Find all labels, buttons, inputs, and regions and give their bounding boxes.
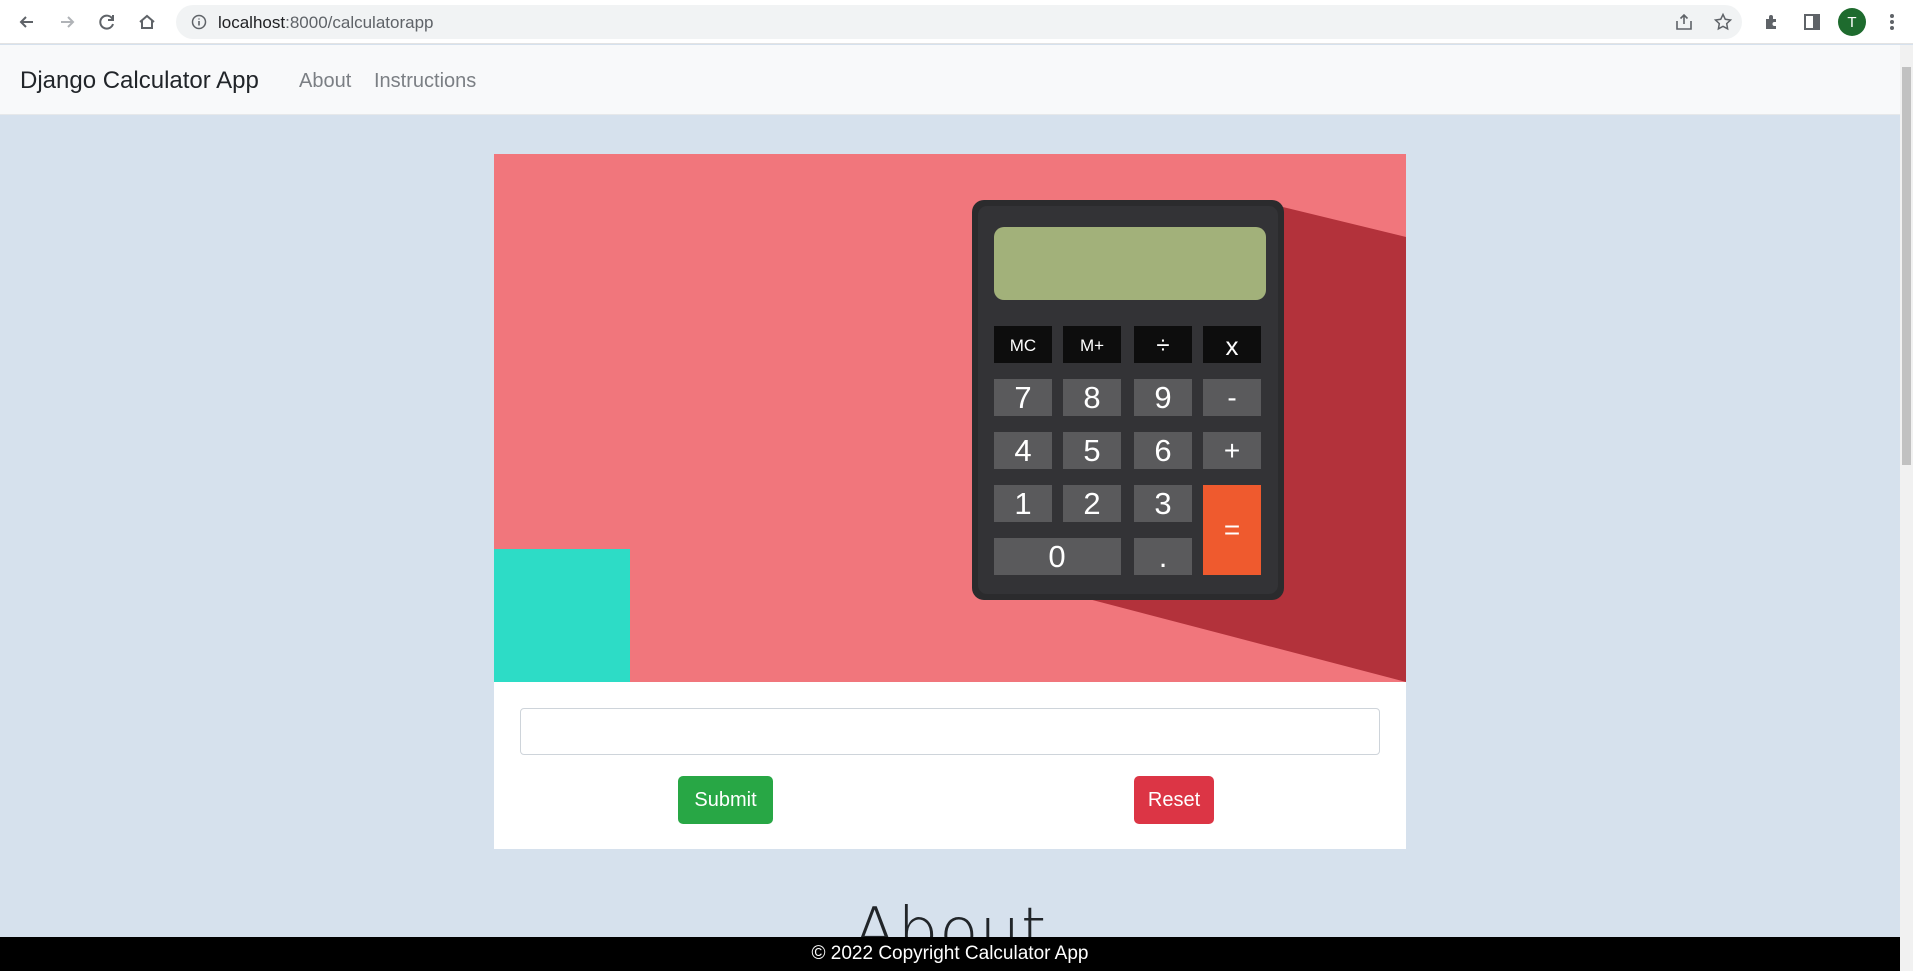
bookmark-star-icon[interactable] xyxy=(1712,11,1734,33)
key-3: 3 xyxy=(1154,486,1171,521)
browser-toolbar: localhost:8000/calculatorapp T xyxy=(0,0,1913,44)
navbar-brand[interactable]: Django Calculator App xyxy=(20,67,259,95)
key-multiply: x xyxy=(1226,331,1239,361)
key-equals: = xyxy=(1224,514,1240,545)
hero-illustration: MC M+ ÷ x 7 8 9 - 4 5 6 + 1 2 3 0 . = xyxy=(494,154,1406,682)
key-9: 9 xyxy=(1154,380,1171,415)
url-text: localhost:8000/calculatorapp xyxy=(218,13,434,33)
key-1: 1 xyxy=(1014,486,1031,521)
extensions-icon[interactable] xyxy=(1758,8,1786,36)
browser-menu-icon[interactable] xyxy=(1878,8,1906,36)
key-6: 6 xyxy=(1154,433,1171,468)
url-path: :8000/calculatorapp xyxy=(285,13,434,32)
share-icon[interactable] xyxy=(1673,11,1695,33)
expression-input[interactable] xyxy=(520,708,1380,755)
reload-icon[interactable] xyxy=(93,8,121,36)
key-divide: ÷ xyxy=(1156,332,1169,359)
profile-avatar[interactable]: T xyxy=(1838,8,1866,36)
site-navbar: Django Calculator App About Instructions xyxy=(0,45,1900,115)
forward-icon[interactable] xyxy=(53,8,81,36)
key-mplus: M+ xyxy=(1080,336,1104,355)
submit-button[interactable]: Submit xyxy=(678,776,773,824)
key-8: 8 xyxy=(1083,380,1100,415)
calculator-card: MC M+ ÷ x 7 8 9 - 4 5 6 + 1 2 3 0 . = Su… xyxy=(494,154,1406,849)
calculator-illustration: MC M+ ÷ x 7 8 9 - 4 5 6 + 1 2 3 0 . = xyxy=(494,154,1406,682)
back-icon[interactable] xyxy=(13,8,41,36)
key-0: 0 xyxy=(1048,539,1065,574)
nav-link-about[interactable]: About xyxy=(299,70,351,93)
key-4: 4 xyxy=(1014,433,1031,468)
site-footer: © 2022 Copyright Calculator App xyxy=(0,937,1900,971)
key-5: 5 xyxy=(1083,433,1100,468)
address-bar[interactable]: localhost:8000/calculatorapp xyxy=(176,5,1742,39)
key-minus: - xyxy=(1227,382,1236,413)
site-info-icon[interactable] xyxy=(188,11,210,33)
key-mc: MC xyxy=(1010,336,1036,355)
key-plus: + xyxy=(1224,435,1240,466)
home-icon[interactable] xyxy=(133,8,161,36)
reset-button[interactable]: Reset xyxy=(1134,776,1214,824)
nav-link-instructions[interactable]: Instructions xyxy=(374,70,476,93)
url-host: localhost xyxy=(218,13,286,32)
key-7: 7 xyxy=(1014,380,1031,415)
key-2: 2 xyxy=(1083,486,1100,521)
page-scrollbar[interactable] xyxy=(1900,45,1913,971)
scrollbar-thumb[interactable] xyxy=(1902,67,1911,465)
side-panel-icon[interactable] xyxy=(1798,8,1826,36)
key-dot: . xyxy=(1159,539,1168,574)
